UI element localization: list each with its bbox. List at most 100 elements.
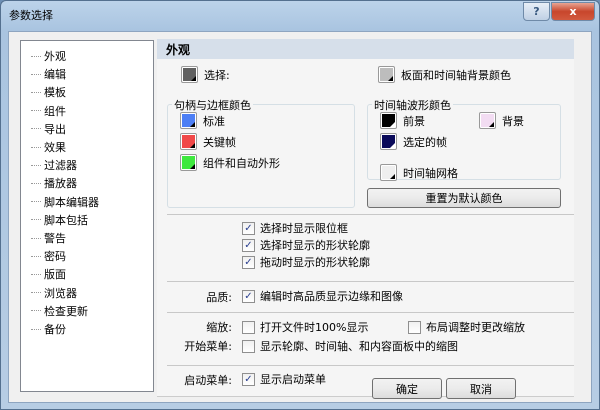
standard-color[interactable]: 标准: [180, 112, 225, 129]
checkbox-label: 布局调整时更改缩放: [426, 321, 525, 334]
tree-item[interactable]: 浏览器: [31, 284, 77, 302]
tree-item[interactable]: 密码: [31, 247, 66, 265]
dropdown-corner-icon: [191, 76, 196, 81]
tree-item[interactable]: 过滤器: [31, 156, 77, 174]
tree-connector: [31, 219, 41, 221]
start-menu-option[interactable]: 显示轮廓、时间轴、和内容面板中的缩图: [242, 338, 458, 354]
background-color[interactable]: 背景: [479, 112, 524, 129]
dropdown-corner-icon: [390, 143, 395, 148]
help-button[interactable]: ?: [523, 2, 550, 21]
checkbox-row[interactable]: ✓ 拖动时显示的形状轮廓: [242, 254, 370, 270]
tree-item-label: 备份: [44, 323, 66, 336]
category-tree[interactable]: 外观编辑 模板组件导出效果过滤器播放器脚本编辑器脚本包括警告密码版面浏览器 检查更新…: [20, 40, 154, 392]
foreground-label: 前景: [403, 114, 425, 128]
tree-item[interactable]: 导出: [31, 120, 66, 138]
checkbox-label: 打开文件时100%显示: [260, 321, 369, 334]
divider: [167, 281, 574, 282]
zoom-label: 缩放:: [206, 321, 232, 334]
checkbox-label: 选择时显示限位框: [260, 222, 348, 235]
tree-item[interactable]: 版面: [31, 265, 66, 283]
tree-connector: [31, 273, 41, 275]
color-swatch[interactable]: [380, 133, 397, 150]
grid-label: 时间轴网格: [403, 166, 458, 180]
tree-connector: [31, 201, 41, 203]
tree-item-label: 播放器: [44, 177, 77, 191]
tree-item[interactable]: 组件: [31, 102, 66, 120]
checkbox[interactable]: ✓: [242, 255, 255, 269]
tree-item[interactable]: 外观: [31, 47, 66, 65]
zoom-option-2[interactable]: 布局调整时更改缩放: [408, 319, 525, 335]
checkbox-label: 显示启动菜单: [260, 373, 326, 386]
tree-connector: [31, 55, 41, 57]
checkbox[interactable]: ✓: [242, 238, 255, 252]
tree-item[interactable]: 备份: [31, 320, 66, 338]
launch-menu-option[interactable]: ✓ 显示启动菜单: [242, 371, 326, 387]
tree-item[interactable]: 编辑: [31, 65, 66, 83]
checkbox[interactable]: [408, 320, 421, 334]
checkbox[interactable]: ✓: [242, 289, 255, 303]
tree-connector: [31, 237, 41, 239]
selected-frame-color[interactable]: 选定的帧: [380, 133, 447, 150]
color-swatch[interactable]: [180, 133, 197, 150]
group-label: 句柄与边框颜色: [172, 97, 253, 113]
color-swatch[interactable]: [380, 164, 397, 181]
tree-item-label: 密码: [44, 250, 66, 264]
dropdown-corner-icon: [489, 122, 494, 127]
tree-item-label: 脚本包括: [44, 213, 88, 227]
color-swatch[interactable]: [479, 112, 496, 129]
cancel-button[interactable]: 取消: [446, 378, 516, 399]
tree-connector: [31, 310, 41, 312]
checkbox-row[interactable]: ✓ 选择时显示限位框: [242, 220, 348, 236]
tree-item-label: 版面: [44, 268, 66, 282]
launch-menu-label: 启动菜单:: [184, 374, 232, 387]
checkbox-label: 显示轮廓、时间轴、和内容面板中的缩图: [260, 340, 458, 353]
tree-item[interactable]: 效果: [31, 138, 66, 156]
checkbox[interactable]: ✓: [242, 372, 255, 386]
tree-item-label: 导出: [44, 122, 66, 136]
tree-item[interactable]: 脚本包括: [31, 211, 88, 229]
color-swatch[interactable]: [378, 66, 395, 83]
panel-bg-color[interactable]: 板面和时间轴背景颜色: [378, 66, 511, 83]
tree-connector: [31, 255, 41, 257]
tree-connector: [31, 164, 41, 166]
color-swatch[interactable]: [380, 112, 397, 129]
keyframe-color[interactable]: 关键帧: [180, 133, 236, 150]
window-title: 参数选择: [9, 9, 53, 22]
quality-label: 品质:: [206, 291, 232, 304]
dropdown-corner-icon: [390, 174, 395, 179]
tree-item-label: 组件: [44, 104, 66, 118]
quality-checkbox-row[interactable]: ✓ 编辑时高品质显示边缘和图像: [242, 288, 403, 304]
keyframe-label: 关键帧: [203, 135, 236, 149]
reset-colors-button[interactable]: 重置为默认颜色: [367, 188, 561, 208]
color-swatch[interactable]: [180, 112, 197, 129]
tree-item[interactable]: 检查更新: [31, 302, 88, 320]
checkbox-row[interactable]: ✓ 选择时显示的形状轮廓: [242, 237, 370, 253]
divider: [167, 214, 574, 215]
component-label: 组件和自动外形: [203, 156, 280, 170]
divider: [167, 365, 574, 366]
selected-frame-label: 选定的帧: [403, 135, 447, 149]
tree-item[interactable]: 播放器: [31, 174, 77, 192]
tree-item-label: 过滤器: [44, 159, 77, 173]
tree-item-label: 脚本编辑器: [44, 195, 99, 209]
grid-color[interactable]: 时间轴网格: [380, 164, 458, 181]
color-swatch[interactable]: [181, 66, 198, 83]
ok-button[interactable]: 确定: [372, 378, 442, 399]
checkbox[interactable]: [242, 320, 255, 334]
checkbox[interactable]: ✓: [242, 221, 255, 235]
zoom-option-1[interactable]: 打开文件时100%显示: [242, 319, 368, 335]
tree-connector: [31, 128, 41, 130]
dropdown-corner-icon: [190, 164, 195, 169]
tree-item-label: 警告: [44, 232, 66, 245]
component-color[interactable]: 组件和自动外形: [180, 154, 280, 171]
close-button[interactable]: x: [551, 2, 595, 21]
checkbox[interactable]: [242, 339, 255, 353]
select-color[interactable]: 选择:: [181, 66, 230, 83]
tree-item-label: 编辑: [44, 68, 66, 82]
tree-item[interactable]: 模板: [31, 83, 66, 101]
foreground-color[interactable]: 前景: [380, 112, 425, 129]
color-swatch[interactable]: [180, 154, 197, 171]
dropdown-corner-icon: [190, 143, 195, 148]
tree-item[interactable]: 警告: [31, 229, 66, 247]
tree-item[interactable]: 脚本编辑器: [31, 193, 99, 211]
